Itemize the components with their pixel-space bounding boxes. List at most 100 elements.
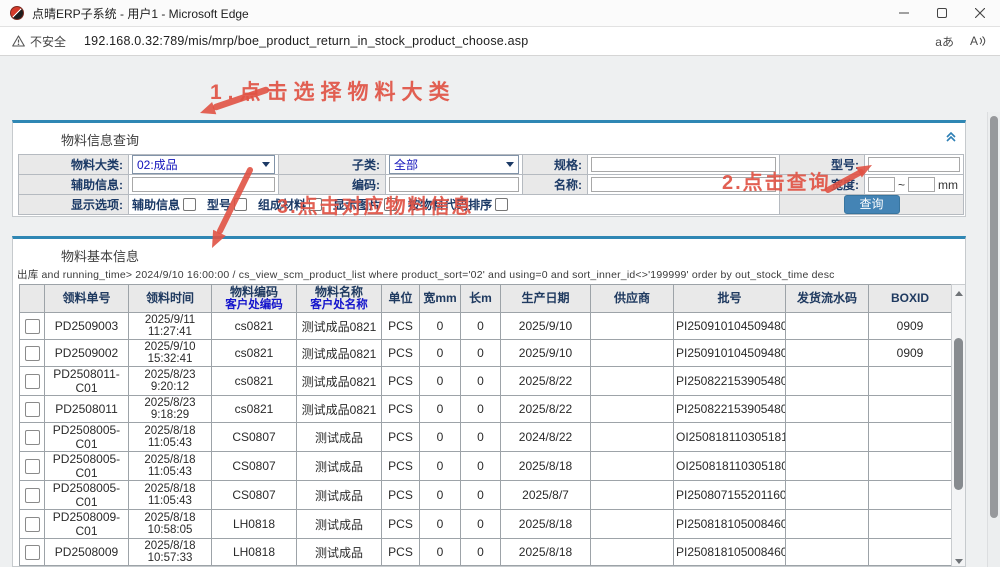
column-header: 领料单号 (45, 285, 129, 313)
table-header-row: 领料单号领料时间物料编码客户处编码物料名称客户处名称单位宽mm长m生产日期供应商… (20, 285, 952, 313)
row-checkbox-cell (20, 340, 45, 367)
name-cell: 测试成品 (297, 539, 382, 566)
batch-cell: PI250822153905480 (674, 396, 786, 423)
table-row[interactable]: PD25080112025/8/239:18:29cs0821测试成品0821P… (20, 396, 952, 423)
table-row[interactable]: PD2508005-C012025/8/1811:05:43CS0807测试成品… (20, 481, 952, 510)
sql-debug-text: 出库 and running_time> 2024/9/10 16:00:00 … (17, 267, 953, 282)
window-scrollbar[interactable] (987, 112, 1000, 567)
table-row[interactable]: PD2508005-C012025/8/1811:05:43CS0807测试成品… (20, 423, 952, 452)
collapse-panel-icon[interactable] (945, 129, 957, 147)
code-cell: CS0807 (212, 481, 297, 510)
table-row[interactable]: PD25080092025/8/1810:57:33LH0818测试成品PCS0… (20, 539, 952, 566)
length-cell: 0 (461, 481, 501, 510)
supplier-cell (591, 340, 674, 367)
row-checkbox[interactable] (25, 346, 40, 361)
boxid-cell: 0909 (869, 313, 952, 340)
batch-cell: OI250818110305180 (674, 452, 786, 481)
name-cell: 测试成品 (297, 510, 382, 539)
warning-triangle-icon (12, 35, 25, 47)
prod-date-cell: 2024/8/22 (501, 423, 591, 452)
minimize-button[interactable] (884, 0, 924, 26)
boxid-cell (869, 510, 952, 539)
time-cell: 2025/8/1811:05:43 (129, 452, 212, 481)
time-cell: 2025/8/239:18:29 (129, 396, 212, 423)
boxid-cell (869, 539, 952, 566)
row-checkbox[interactable] (25, 319, 40, 334)
unit-cell: PCS (382, 396, 420, 423)
length-cell: 0 (461, 452, 501, 481)
row-checkbox-cell (20, 396, 45, 423)
unit-cell: PCS (382, 481, 420, 510)
column-header: 宽mm (420, 285, 461, 313)
code-cell: cs0821 (212, 340, 297, 367)
window-title: 点晴ERP子系统 - 用户1 - Microsoft Edge (32, 5, 249, 22)
width-cell: 0 (420, 367, 461, 396)
column-header (20, 285, 45, 313)
maximize-button[interactable] (922, 0, 962, 26)
table-row[interactable]: PD2508005-C012025/8/1811:05:43CS0807测试成品… (20, 452, 952, 481)
search-button[interactable]: 查询 (844, 195, 900, 214)
order-no-cell: PD2509003 (45, 313, 129, 340)
supplier-cell (591, 452, 674, 481)
close-button[interactable] (960, 0, 1000, 26)
table-row[interactable]: PD25090022025/9/1015:32:41cs0821测试成品0821… (20, 340, 952, 367)
scroll-down-icon[interactable] (952, 554, 965, 567)
prod-date-cell: 2025/8/7 (501, 481, 591, 510)
boxid-cell (869, 367, 952, 396)
unit-cell: PCS (382, 423, 420, 452)
app-logo-icon (10, 6, 24, 20)
subcategory-select[interactable]: 全部 (389, 155, 519, 174)
category-label: 物料大类: (19, 155, 129, 175)
supplier-cell (591, 539, 674, 566)
code-cell: CS0807 (212, 423, 297, 452)
name-cell: 测试成品0821 (297, 396, 382, 423)
row-checkbox-cell (20, 423, 45, 452)
site-security-indicator[interactable]: 不安全 (12, 33, 66, 50)
serial-cell (786, 452, 869, 481)
display-option-checkbox[interactable] (495, 198, 508, 211)
batch-cell: PI250807155201160 (674, 481, 786, 510)
width-to-input[interactable] (908, 177, 935, 192)
annotation-3-text: 3.点击对应物料信息 (277, 190, 474, 219)
width-unit: mm (938, 178, 958, 192)
row-checkbox[interactable] (25, 488, 40, 503)
unit-cell: PCS (382, 367, 420, 396)
order-no-cell: PD2508005-C01 (45, 481, 129, 510)
table-row[interactable]: PD25090032025/9/1111:27:41cs0821测试成品0821… (20, 313, 952, 340)
serial-cell (786, 510, 869, 539)
row-checkbox[interactable] (25, 517, 40, 532)
row-checkbox-cell (20, 510, 45, 539)
table-scrollbar[interactable] (951, 284, 966, 567)
close-icon (975, 8, 985, 18)
time-cell: 2025/9/1111:27:41 (129, 313, 212, 340)
serial-cell (786, 539, 869, 566)
scroll-up-icon[interactable] (952, 286, 965, 300)
row-checkbox[interactable] (25, 402, 40, 417)
unit-cell: PCS (382, 313, 420, 340)
security-label: 不安全 (30, 33, 66, 50)
table-scrollbar-thumb[interactable] (954, 338, 963, 490)
read-aloud-icon[interactable]: A (970, 34, 986, 48)
code-cell: cs0821 (212, 396, 297, 423)
row-checkbox[interactable] (25, 459, 40, 474)
table-row[interactable]: PD2508009-C012025/8/1810:58:05LH0818测试成品… (20, 510, 952, 539)
width-cell: 0 (420, 452, 461, 481)
batch-cell: PI250818105008460 (674, 510, 786, 539)
row-checkbox[interactable] (25, 430, 40, 445)
prod-date-cell: 2025/8/18 (501, 539, 591, 566)
table-row[interactable]: PD2508011-C012025/8/239:20:12cs0821测试成品0… (20, 367, 952, 396)
window-scrollbar-thumb[interactable] (990, 116, 998, 518)
row-checkbox[interactable] (25, 545, 40, 560)
results-panel: 物料基本信息 出库 and running_time> 2024/9/10 16… (12, 236, 966, 567)
display-option-checkbox[interactable] (183, 198, 196, 211)
address-bar: 不安全 192.168.0.32:789/mis/mrp/boe_product… (0, 27, 1000, 56)
column-header: 批号 (674, 285, 786, 313)
row-checkbox-cell (20, 313, 45, 340)
width-cell: 0 (420, 539, 461, 566)
row-checkbox[interactable] (25, 374, 40, 389)
length-cell: 0 (461, 313, 501, 340)
minimize-icon (899, 8, 909, 18)
url-text[interactable]: 192.168.0.32:789/mis/mrp/boe_product_ret… (84, 34, 528, 48)
translate-icon[interactable]: aあ (935, 33, 954, 50)
time-cell: 2025/8/1811:05:43 (129, 481, 212, 510)
